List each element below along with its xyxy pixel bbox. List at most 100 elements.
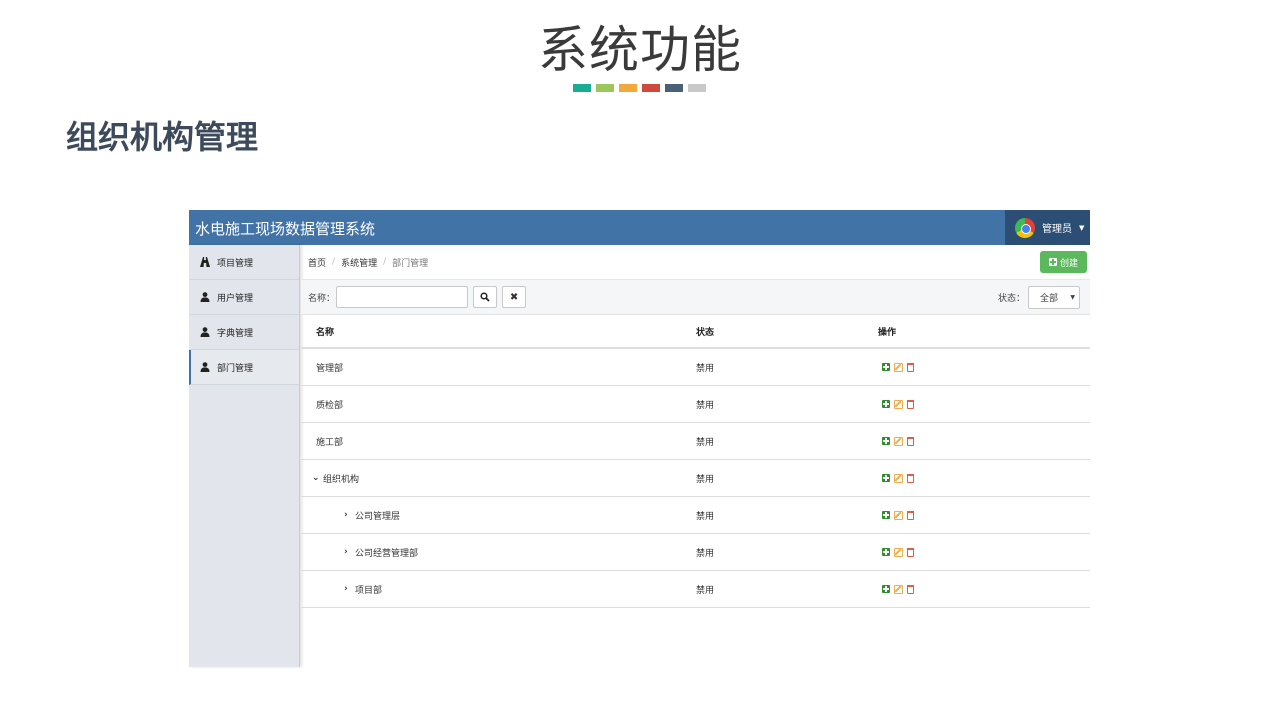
trash-icon[interactable]	[907, 547, 914, 557]
sidebar-item-users[interactable]: 用户管理	[189, 280, 299, 315]
row-name: 施工部	[316, 437, 344, 448]
row-name: 公司管理层	[355, 511, 401, 522]
add-icon[interactable]	[882, 474, 890, 482]
add-icon[interactable]	[882, 400, 890, 408]
plus-square-icon	[1048, 258, 1057, 266]
edit-icon[interactable]	[894, 399, 903, 409]
app-window: 水电施工现场数据管理系统 管理员 ▼ 项目管理 用户管理 字典管理 部门管理 首…	[189, 210, 1090, 667]
breadcrumb-current: 部门管理	[392, 258, 429, 269]
table-row[interactable]: 施工部 禁用	[301, 423, 1090, 460]
department-table: 名称 状态 操作 管理部 禁用 质检部 禁用 施工部 禁用 ⌄ 组织机构 禁用 …	[301, 315, 1090, 608]
color-swatch	[642, 84, 660, 92]
caret-down-icon: ▼	[1079, 223, 1085, 232]
header-name: 名称	[316, 327, 335, 338]
section-title: 组织机构管理	[66, 118, 259, 156]
row-name: 组织机构	[323, 474, 360, 485]
row-status: 禁用	[696, 363, 715, 374]
table-row[interactable]: › 项目部 禁用	[301, 571, 1090, 608]
color-swatch	[688, 84, 706, 92]
clear-button[interactable]: ✖	[502, 286, 527, 308]
slide-title: 系统功能	[538, 21, 742, 79]
name-filter-input[interactable]	[336, 286, 469, 308]
trash-icon[interactable]	[907, 399, 914, 409]
add-icon[interactable]	[882, 363, 890, 371]
user-name: 管理员	[1042, 224, 1072, 235]
status-filter-label: 状态：	[997, 294, 1025, 304]
trash-icon[interactable]	[907, 436, 914, 446]
edit-icon[interactable]	[894, 547, 903, 557]
row-status: 禁用	[696, 548, 715, 559]
filter-bar: 名称： ✖ 状态： 全部 ▼	[301, 280, 1090, 315]
search-icon	[480, 292, 490, 302]
edit-icon[interactable]	[894, 473, 903, 483]
chevron-down-icon[interactable]: ⌄	[312, 473, 320, 483]
row-status: 禁用	[696, 437, 715, 448]
table-row[interactable]: 管理部 禁用	[301, 349, 1090, 386]
trash-icon[interactable]	[907, 584, 914, 594]
add-icon[interactable]	[882, 585, 890, 593]
sidebar: 项目管理 用户管理 字典管理 部门管理	[189, 245, 300, 667]
table-row[interactable]: › 公司管理层 禁用	[301, 497, 1090, 534]
sidebar-item-dictionary[interactable]: 字典管理	[189, 315, 299, 350]
status-select[interactable]: 全部 ▼	[1028, 286, 1080, 309]
trash-icon[interactable]	[907, 473, 914, 483]
trash-icon[interactable]	[907, 510, 914, 520]
edit-icon[interactable]	[894, 362, 903, 372]
user-menu[interactable]: 管理员 ▼	[1005, 210, 1090, 245]
search-button[interactable]	[473, 286, 498, 308]
create-button[interactable]: 创建	[1040, 251, 1087, 273]
edit-icon[interactable]	[894, 510, 903, 520]
row-name: 公司经营管理部	[355, 548, 419, 559]
breadcrumb: 首页 / 系统管理 / 部门管理 创建	[301, 245, 1090, 280]
app-title: 水电施工现场数据管理系统	[195, 220, 376, 238]
add-icon[interactable]	[882, 511, 890, 519]
user-icon	[200, 292, 210, 302]
status-filter: 状态： 全部 ▼	[998, 286, 1080, 309]
row-name: 项目部	[355, 585, 383, 596]
chrome-avatar-icon	[1015, 217, 1035, 238]
road-icon	[200, 257, 210, 267]
edit-icon[interactable]	[894, 584, 903, 594]
row-status: 禁用	[696, 585, 715, 596]
sidebar-item-label: 字典管理	[217, 328, 254, 339]
color-swatch	[665, 84, 683, 92]
row-name: 质检部	[316, 400, 344, 411]
user-icon	[200, 362, 210, 372]
color-swatch	[596, 84, 614, 92]
sidebar-item-label: 部门管理	[217, 363, 254, 374]
table-row[interactable]: 质检部 禁用	[301, 386, 1090, 423]
color-bar	[573, 84, 706, 92]
sidebar-item-departments[interactable]: 部门管理	[189, 350, 299, 385]
app-header: 水电施工现场数据管理系统 管理员 ▼	[189, 210, 1090, 245]
breadcrumb-separator: /	[332, 257, 336, 267]
table-header: 名称 状态 操作	[301, 315, 1090, 349]
name-filter-label: 名称：	[308, 293, 336, 304]
create-button-label: 创建	[1059, 258, 1078, 269]
breadcrumb-section[interactable]: 系统管理	[341, 256, 377, 269]
trash-icon[interactable]	[907, 362, 914, 372]
chevron-right-icon[interactable]: ›	[344, 547, 352, 557]
chevron-right-icon[interactable]: ›	[344, 510, 352, 520]
row-name: 管理部	[316, 363, 344, 374]
status-select-value: 全部	[1040, 294, 1059, 304]
table-row[interactable]: › 公司经营管理部 禁用	[301, 534, 1090, 571]
main-content: 首页 / 系统管理 / 部门管理 创建 名称： ✖ 状态： 全部 ▼ 名称 状态…	[301, 245, 1090, 667]
chevron-right-icon[interactable]: ›	[344, 584, 352, 594]
sidebar-item-label: 用户管理	[217, 293, 254, 304]
breadcrumb-home[interactable]: 首页	[308, 256, 326, 269]
row-status: 禁用	[696, 511, 715, 522]
dropdown-arrow-icon: ▼	[1070, 294, 1075, 301]
header-status: 状态	[696, 327, 715, 338]
sidebar-item-label: 项目管理	[217, 258, 254, 269]
table-row[interactable]: ⌄ 组织机构 禁用	[301, 460, 1090, 497]
breadcrumb-separator: /	[383, 257, 387, 267]
row-status: 禁用	[696, 400, 715, 411]
edit-icon[interactable]	[894, 436, 903, 446]
row-status: 禁用	[696, 474, 715, 485]
add-icon[interactable]	[882, 437, 890, 445]
add-icon[interactable]	[882, 548, 890, 556]
header-ops: 操作	[878, 327, 897, 338]
user-icon	[200, 327, 210, 337]
sidebar-item-projects[interactable]: 项目管理	[189, 245, 299, 280]
close-icon: ✖	[509, 291, 519, 303]
